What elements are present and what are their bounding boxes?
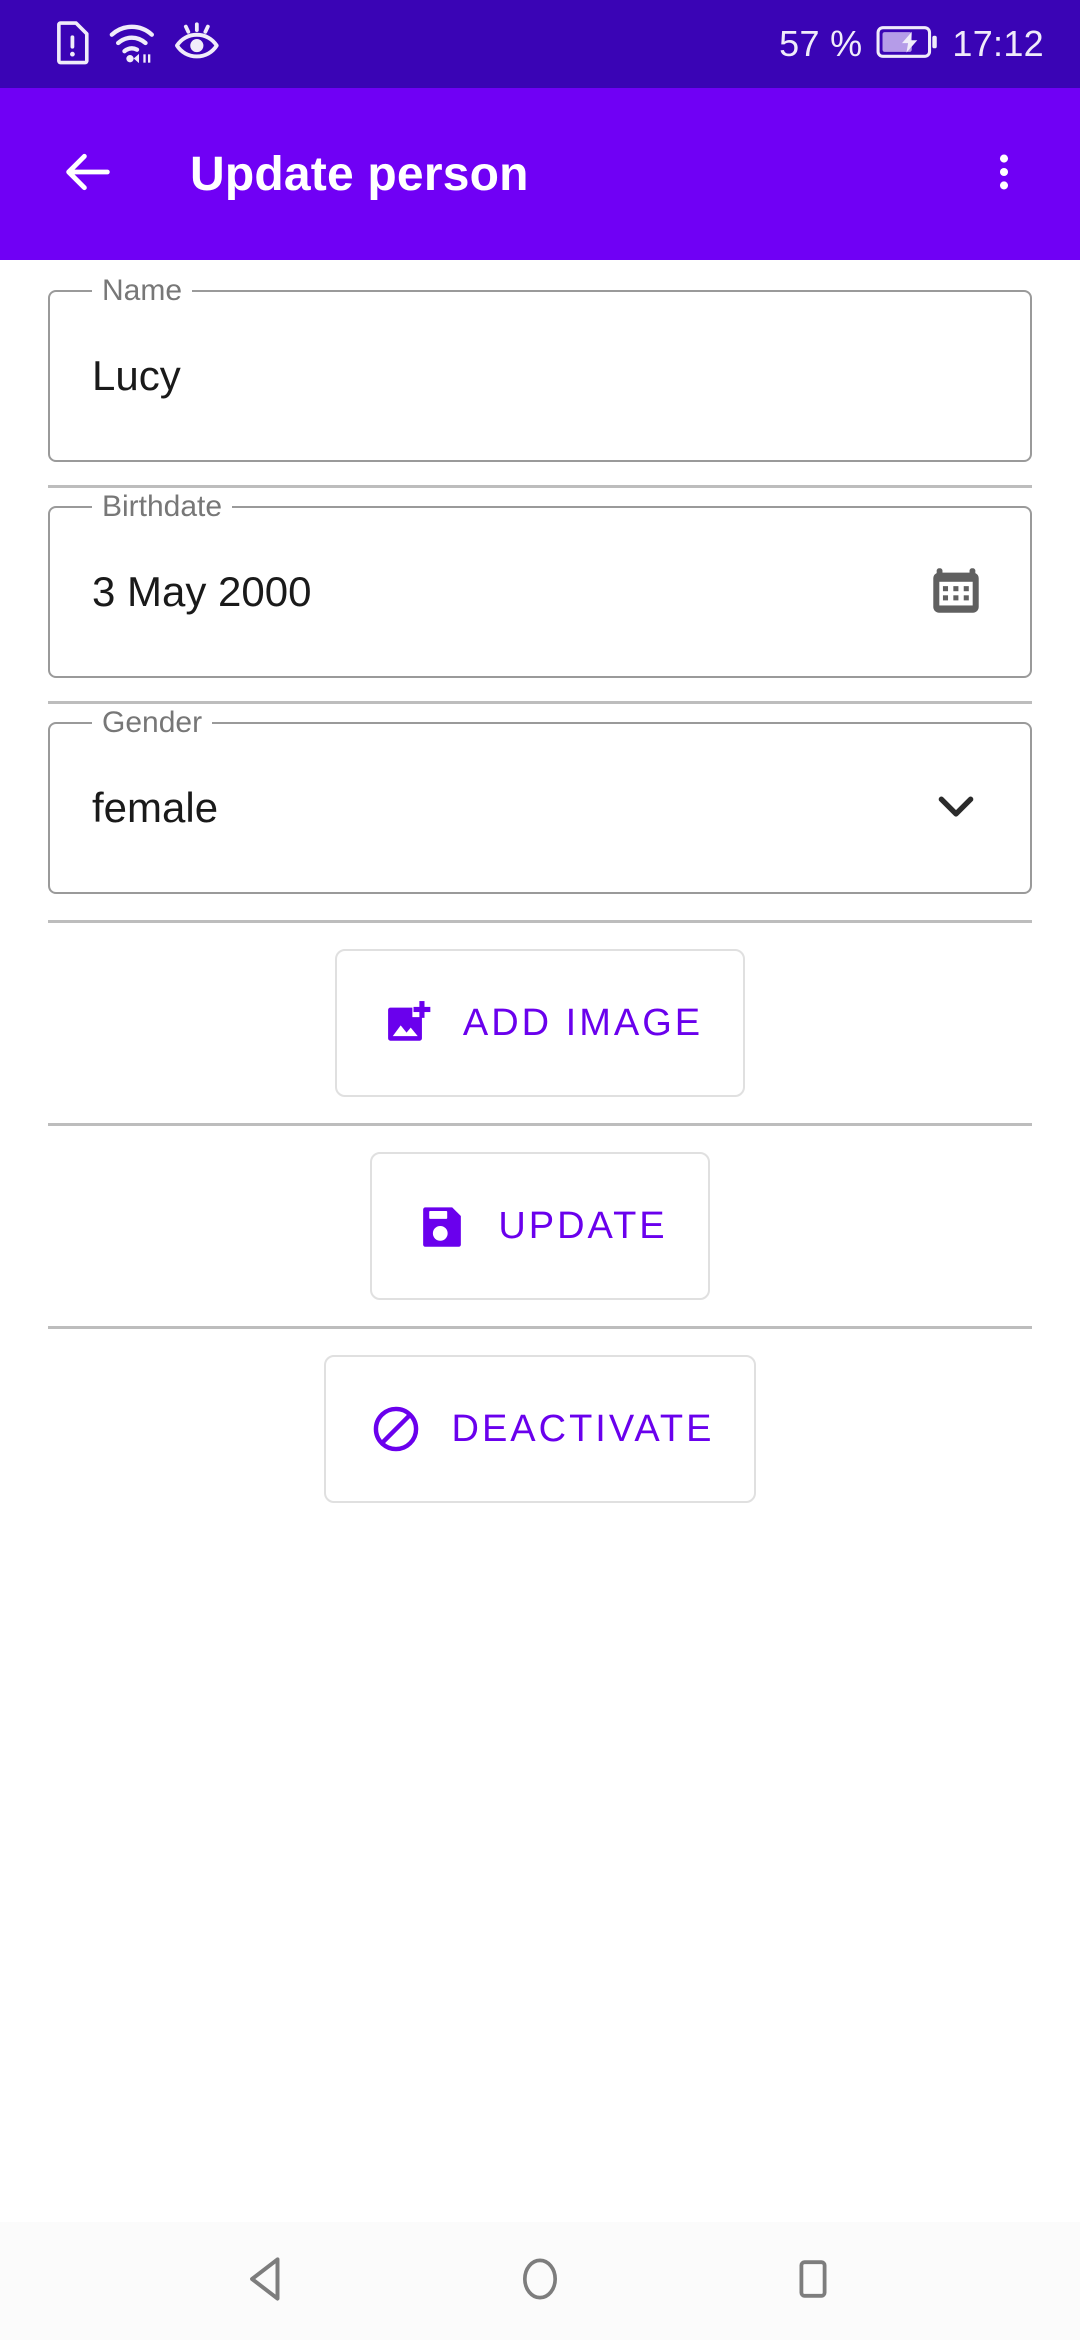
birthdate-field-label: Birthdate [92,492,233,522]
calendar-icon [927,561,985,624]
android-nav-bar [0,2222,1080,2340]
clock-label: 17:12 [952,23,1044,64]
back-triangle-icon [239,2251,295,2312]
wifi-icon [108,20,158,69]
page-title: Update person [190,147,529,201]
update-button[interactable]: UPDATE [370,1152,710,1300]
recents-square-icon [789,2255,837,2308]
add-image-button[interactable]: ADD IMAGE [334,949,746,1097]
divider-2 [48,701,1032,704]
birthdate-field-wrapper: Birthdate 3 May 2000 [0,492,1080,678]
gender-field-value: female [92,784,219,831]
battery-charging-icon [876,25,938,63]
calendar-picker-button[interactable] [924,560,988,624]
gender-field[interactable]: Gender female [48,708,1032,894]
gender-dropdown-button[interactable] [924,776,988,840]
name-field-value: Lucy [92,352,181,399]
arrow-left-icon [59,143,117,206]
eye-comfort-icon [174,20,220,69]
back-button[interactable] [52,138,124,210]
add-photo-icon [377,993,437,1053]
nav-home-button[interactable] [485,2226,595,2336]
status-bar-right: 57 % 17:12 [779,23,1044,65]
nav-recents-button[interactable] [758,2226,868,2336]
more-vert-icon [981,149,1027,200]
gender-field-label: Gender [92,708,213,738]
birthdate-field[interactable]: Birthdate 3 May 2000 [48,492,1032,678]
form-content: Name Lucy Birthdate 3 May 2000 Gender fe… [0,260,1080,2222]
block-icon [366,1399,426,1459]
deactivate-button-label: DEACTIVATE [451,1407,715,1450]
app-bar: Update person [0,88,1080,260]
name-field[interactable]: Name Lucy [48,276,1032,462]
birthdate-field-value: 3 May 2000 [92,568,312,615]
add-image-row: ADD IMAGE [0,923,1080,1123]
divider-1 [48,485,1032,488]
gender-field-wrapper: Gender female [0,708,1080,894]
save-icon [412,1196,472,1256]
add-image-button-label: ADD IMAGE [462,1001,704,1044]
status-bar-left-icons [52,19,220,70]
battery-percent-label: 57 % [779,23,863,64]
status-bar: 57 % 17:12 [0,0,1080,88]
home-circle-icon [514,2253,566,2310]
overflow-menu-button[interactable] [968,138,1040,210]
update-button-label: UPDATE [498,1204,668,1247]
sim-card-alert-icon [52,19,92,70]
nav-back-button[interactable] [212,2226,322,2336]
name-field-label: Name [92,276,193,306]
phone-screen: 57 % 17:12 Update person Name Lucy Birth… [0,0,1080,2340]
deactivate-button[interactable]: DEACTIVATE [323,1355,757,1503]
chevron-down-icon [929,779,983,838]
update-row: UPDATE [0,1126,1080,1326]
name-field-wrapper: Name Lucy [0,276,1080,462]
deactivate-row: DEACTIVATE [0,1329,1080,1529]
